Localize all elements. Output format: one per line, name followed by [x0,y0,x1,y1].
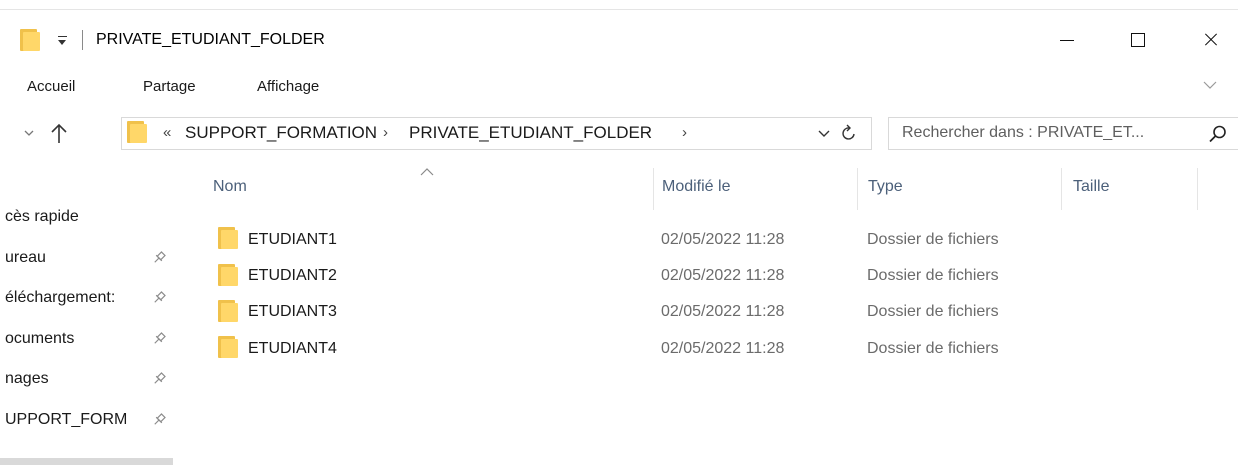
file-modified: 02/05/2022 11:28 [661,303,785,320]
window-title: PRIVATE_ETUDIANT_FOLDER [96,31,325,48]
ribbon-expand-chevron-down-icon[interactable] [1203,80,1217,90]
file-type: Dossier de fichiers [867,231,999,248]
column-separator[interactable] [1197,168,1198,210]
breadcrumb-support-formation[interactable]: SUPPORT_FORMATION [185,122,377,144]
pin-icon[interactable] [151,331,167,347]
file-type: Dossier de fichiers [867,340,999,357]
file-modified: 02/05/2022 11:28 [661,340,785,357]
close-button[interactable] [1192,22,1238,58]
maximize-icon [1131,33,1145,47]
address-history-chevron-down-icon[interactable] [818,130,830,138]
pin-icon[interactable] [151,371,167,387]
recent-locations-chevron-down-icon[interactable] [23,127,35,139]
tab-accueil[interactable]: Accueil [27,77,75,97]
nav-pane-selected-item[interactable] [0,458,173,465]
column-header-name[interactable]: Nom [213,177,247,197]
minimize-button[interactable] [1044,22,1090,58]
tab-affichage[interactable]: Affichage [257,77,319,97]
nav-item-pictures[interactable]: nages [5,369,49,389]
column-header-size[interactable]: Taille [1073,177,1109,197]
column-header-modified[interactable]: Modifié le [662,177,730,197]
sort-ascending-icon [420,168,434,176]
folder-icon [218,300,238,322]
nav-item-desktop[interactable]: ureau [5,248,46,268]
file-name: ETUDIANT3 [248,303,337,320]
nav-item-quick-access[interactable]: cès rapide [5,207,79,227]
file-explorer-window: PRIVATE_ETUDIANT_FOLDER Accueil Partage … [0,0,1238,465]
maximize-button[interactable] [1116,22,1162,58]
pin-icon[interactable] [151,290,167,306]
tab-partage[interactable]: Partage [143,77,196,97]
refresh-icon[interactable] [841,124,857,142]
search-icon[interactable] [1208,124,1228,144]
column-separator[interactable] [1061,168,1062,210]
column-separator[interactable] [857,168,858,210]
file-name: ETUDIANT1 [248,231,337,248]
file-type: Dossier de fichiers [867,267,999,284]
column-header-type[interactable]: Type [868,177,903,197]
folder-icon [218,227,238,249]
minimize-icon [1060,40,1074,41]
address-folder-icon [127,121,147,143]
nav-item-documents[interactable]: ocuments [5,329,74,349]
file-name: ETUDIANT2 [248,267,337,284]
nav-item-downloads[interactable]: éléchargement: [5,288,115,308]
folder-icon [218,264,238,286]
pin-icon[interactable] [151,250,167,266]
folder-icon [218,336,238,358]
file-name: ETUDIANT4 [248,340,337,357]
file-type: Dossier de fichiers [867,303,999,320]
column-separator[interactable] [653,168,654,210]
folder-icon [20,29,40,51]
search-placeholder: Rechercher dans : PRIVATE_ET... [902,124,1145,141]
address-overflow-button[interactable]: « [163,123,171,143]
quick-access-dropdown-icon[interactable] [56,30,70,50]
title-separator [82,30,83,50]
window-top-border [0,9,1238,10]
arrow-up-icon[interactable] [50,121,68,145]
file-modified: 02/05/2022 11:28 [661,231,785,248]
file-modified: 02/05/2022 11:28 [661,267,785,284]
breadcrumb-separator-chevron-icon[interactable]: › [383,122,388,144]
breadcrumb-private-etudiant-folder[interactable]: PRIVATE_ETUDIANT_FOLDER [409,122,652,144]
nav-item-support-formation[interactable]: UPPORT_FORM [5,410,127,430]
breadcrumb-separator-chevron-icon[interactable]: › [682,122,687,144]
pin-icon[interactable] [151,412,167,428]
